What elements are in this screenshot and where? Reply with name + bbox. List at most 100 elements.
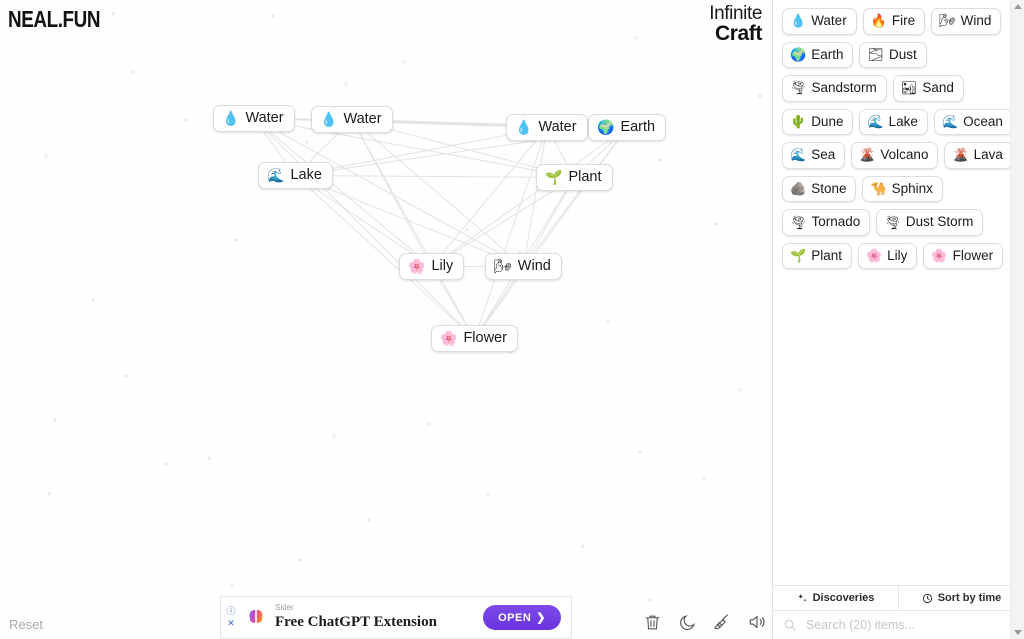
node-connection-lines xyxy=(253,118,628,339)
element-pill-label: Lily xyxy=(887,247,908,263)
element-pill[interactable]: 🌸 Flower xyxy=(923,242,1004,270)
ad-controls: ⓘ ✕ xyxy=(221,597,241,638)
ad-title: Free ChatGPT Extension xyxy=(275,614,437,631)
canvas-node[interactable]: 🌸 Flower xyxy=(431,325,518,352)
element-pill[interactable]: 🌊 Lake xyxy=(859,108,928,136)
flower-icon: 🌸 xyxy=(440,330,458,346)
canvas-node[interactable]: 🌍 Earth xyxy=(588,114,667,141)
chevron-right-icon: ❯ xyxy=(536,612,546,624)
ad-info-icon[interactable]: ⓘ xyxy=(226,607,235,616)
element-pill-label: Plant xyxy=(811,247,842,263)
canvas-node[interactable]: 💧 Water xyxy=(311,106,393,133)
advertisement-banner[interactable]: ⓘ ✕ Sider Free ChatGPT Extension OPEN ❯ xyxy=(220,596,572,639)
earth-icon: 🌍 xyxy=(790,46,807,62)
stone-icon: 🪨 xyxy=(790,181,807,196)
elements-list[interactable]: 💧 Water 🔥 Fire 🌬 Wind 🌍 Earth 🌫 Dust 🌪 Sandstorm 🏜 Sa… xyxy=(773,0,1024,585)
elements-sidebar: 💧 Water 🔥 Fire 🌬 Wind 🌍 Earth 🌫 Dust 🌪 Sandstorm 🏜 Sa… xyxy=(772,0,1024,639)
lily-icon: 🌸 xyxy=(865,248,883,264)
element-pill[interactable]: 🌊 Ocean xyxy=(933,108,1013,136)
sea-icon: 🌊 xyxy=(790,147,807,163)
canvas-node-label: Earth xyxy=(620,119,656,135)
canvas-node-label: Flower xyxy=(463,330,507,346)
element-pill[interactable]: 💧 Water xyxy=(782,8,857,35)
sphinx-icon: 🐪 xyxy=(870,181,887,196)
infinite-craft-title: Infinite Craft xyxy=(690,4,762,45)
tab-discoveries[interactable]: Discoveries xyxy=(773,586,898,610)
wind-icon: 🌬 xyxy=(939,13,956,29)
neal-fun-logo[interactable]: NEAL.FUN xyxy=(8,6,100,33)
sand-icon: 🏜 xyxy=(900,80,918,96)
search-input[interactable] xyxy=(804,617,1014,633)
reset-button[interactable]: Reset xyxy=(9,617,43,632)
lava-icon: 🌋 xyxy=(952,147,969,163)
title-line-infinite: Infinite xyxy=(709,3,762,24)
canvas-node[interactable]: 💧 Water xyxy=(213,105,295,132)
canvas-node[interactable]: 🌬 Wind xyxy=(485,253,562,280)
broom-icon[interactable] xyxy=(711,611,733,633)
element-pill-label: Flower xyxy=(952,247,994,263)
ad-close-icon[interactable]: ✕ xyxy=(227,619,235,628)
element-pill[interactable]: 🌪 Tornado xyxy=(782,209,871,236)
element-pill[interactable]: 🪨 Stone xyxy=(782,175,857,203)
element-pill[interactable]: 🐪 Sphinx xyxy=(862,175,943,203)
scroll-up-arrow[interactable] xyxy=(1011,0,1024,13)
element-pill-label: Volcano xyxy=(880,147,929,163)
canvas-node-label: Lily xyxy=(431,258,454,274)
ad-open-label: OPEN xyxy=(498,611,532,624)
tab-sort-by-time[interactable]: Sort by time xyxy=(898,586,1024,610)
element-pill-label: Stone xyxy=(811,180,847,196)
element-pill[interactable]: 🌫 Dust xyxy=(859,41,927,69)
element-pill[interactable]: 🔥 Fire xyxy=(862,8,926,35)
scroll-down-arrow[interactable] xyxy=(1011,626,1024,639)
water-icon: 💧 xyxy=(790,13,807,29)
plant-icon: 🌱 xyxy=(790,248,807,264)
sparkle-icon xyxy=(797,593,807,602)
tab-discoveries-label: Discoveries xyxy=(812,592,875,604)
canvas-node[interactable]: 🌱 Plant xyxy=(536,164,613,191)
element-pill[interactable]: 🌍 Earth xyxy=(782,41,854,69)
canvas-node-label: Water xyxy=(538,119,577,135)
element-pill-label: Dune xyxy=(811,113,844,129)
title-line-craft: Craft xyxy=(714,22,762,46)
canvas-node[interactable]: 🌸 Lily xyxy=(399,253,465,280)
element-pill-label: Fire xyxy=(891,13,916,28)
sandstorm-icon: 🌪 xyxy=(790,80,807,96)
water-icon: 💧 xyxy=(222,110,240,126)
lake-icon: 🌊 xyxy=(267,167,285,183)
sidebar-tabs: Discoveries Sort by time xyxy=(773,585,1024,611)
window-scrollbar[interactable] xyxy=(1010,0,1024,639)
dust-storm-icon: 🌪 xyxy=(884,214,901,230)
speaker-icon[interactable] xyxy=(746,611,768,633)
element-pill[interactable]: 🌋 Volcano xyxy=(851,142,939,169)
clock-icon xyxy=(922,593,932,603)
element-pill[interactable]: 🌪 Dust Storm xyxy=(876,209,984,236)
element-pill-label: Sand xyxy=(922,80,954,96)
element-pill[interactable]: 🌊 Sea xyxy=(782,142,846,169)
canvas-node-label: Lake xyxy=(290,167,322,183)
water-icon: 💧 xyxy=(515,119,533,135)
search-bar[interactable] xyxy=(773,611,1024,639)
water-icon: 💧 xyxy=(320,111,338,127)
element-pill[interactable]: 🌪 Sandstorm xyxy=(782,75,887,102)
element-pill[interactable]: 🌵 Dune xyxy=(782,108,854,136)
volcano-icon: 🌋 xyxy=(859,147,876,163)
ad-open-button[interactable]: OPEN ❯ xyxy=(483,605,561,630)
canvas-node[interactable]: 🌊 Lake xyxy=(258,162,333,189)
infinite-craft-app: NEAL.FUN Infinite Craft 💧 Water 💧 Water 💧 Wat… xyxy=(0,0,1024,639)
element-pill[interactable]: 🌋 Lava xyxy=(944,142,1013,169)
dune-icon: 🌵 xyxy=(790,113,807,129)
flower-icon: 🌸 xyxy=(931,248,948,264)
canvas-node[interactable]: 💧 Water xyxy=(506,114,588,141)
element-pill-label: Earth xyxy=(811,46,844,62)
element-pill[interactable]: 🌬 Wind xyxy=(931,8,1002,35)
canvas-controls xyxy=(641,611,768,633)
element-pill[interactable]: 🏜 Sand xyxy=(892,75,964,102)
element-pill-label: Dust xyxy=(888,46,917,62)
element-pill[interactable]: 🌱 Plant xyxy=(782,242,852,270)
trash-icon[interactable] xyxy=(641,611,663,633)
wind-icon: 🌬 xyxy=(494,258,512,274)
crafting-canvas[interactable]: NEAL.FUN Infinite Craft 💧 Water 💧 Water 💧 Wat… xyxy=(0,0,773,639)
element-pill-label: Sphinx xyxy=(891,180,933,196)
element-pill[interactable]: 🌸 Lily xyxy=(857,242,918,270)
moon-icon[interactable] xyxy=(676,611,698,633)
